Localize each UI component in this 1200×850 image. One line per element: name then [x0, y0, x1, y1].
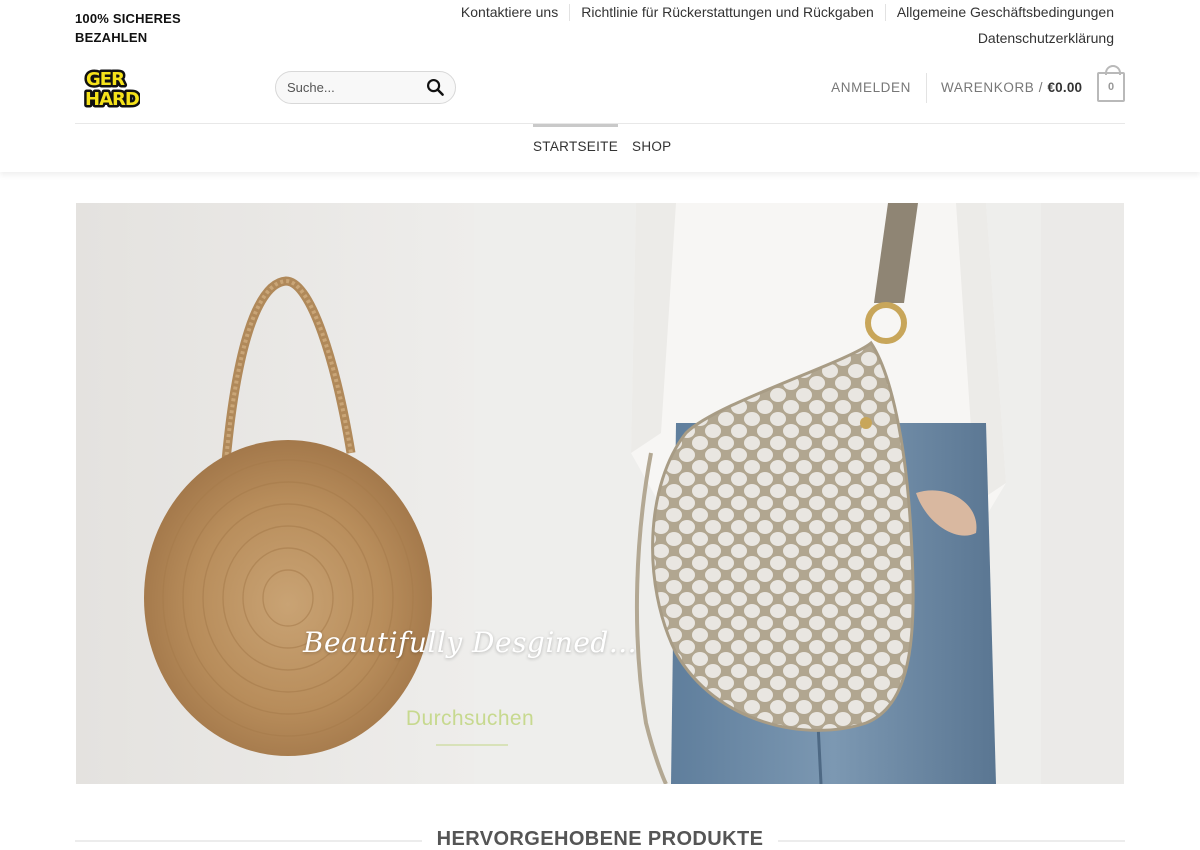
top-link-contact[interactable]: Kontaktiere uns: [450, 4, 569, 21]
hero-banner: Beautifully Desgined... Durchsuchen: [76, 203, 1124, 784]
main-navigation: STARTSEITE SHOP: [533, 124, 685, 154]
search-input[interactable]: [276, 72, 416, 103]
site-header: 100% SICHERES BEZAHLEN Kontaktiere uns R…: [0, 0, 1200, 172]
hero-image: [76, 203, 1124, 784]
gerhard-logo-icon: GER GER HARD HARD: [84, 67, 140, 111]
hero-tagline: Beautifully Desgined...: [302, 626, 638, 659]
header-divider: [926, 73, 927, 103]
svg-text:HARD: HARD: [85, 89, 139, 110]
featured-products-heading-row: HERVORGEHOBENE PRODUKTE: [75, 826, 1125, 850]
login-link[interactable]: ANMELDEN: [831, 80, 911, 95]
cart-link[interactable]: WARENKORB / €0.00: [941, 80, 1082, 95]
nav-item-shop[interactable]: SHOP: [632, 124, 671, 154]
search-icon[interactable]: [426, 78, 445, 97]
top-link-privacy[interactable]: Datenschutzerklärung: [967, 30, 1114, 47]
search-form: [275, 71, 456, 104]
nav-item-home[interactable]: STARTSEITE: [533, 124, 619, 154]
secure-payment-badge: 100% SICHERES BEZAHLEN: [75, 11, 181, 45]
top-link-terms[interactable]: Allgemeine Geschäftsbedingungen: [884, 4, 1114, 21]
browse-button[interactable]: Durchsuchen: [396, 707, 544, 746]
site-logo[interactable]: GER GER HARD HARD: [84, 66, 140, 111]
top-link-refund-policy[interactable]: Richtlinie für Rückerstattungen und Rück…: [569, 4, 885, 21]
heading-divider-right: [778, 840, 1125, 842]
featured-products-heading: HERVORGEHOBENE PRODUKTE: [436, 828, 764, 850]
cart-label: WARENKORB /: [941, 80, 1044, 95]
top-navigation: Kontaktiere uns Richtlinie für Rückersta…: [354, 4, 1114, 56]
heading-divider-left: [75, 840, 422, 842]
cart-amount: €0.00: [1047, 80, 1083, 95]
svg-text:GER: GER: [86, 69, 125, 90]
cart-count-icon[interactable]: 0: [1097, 65, 1125, 102]
